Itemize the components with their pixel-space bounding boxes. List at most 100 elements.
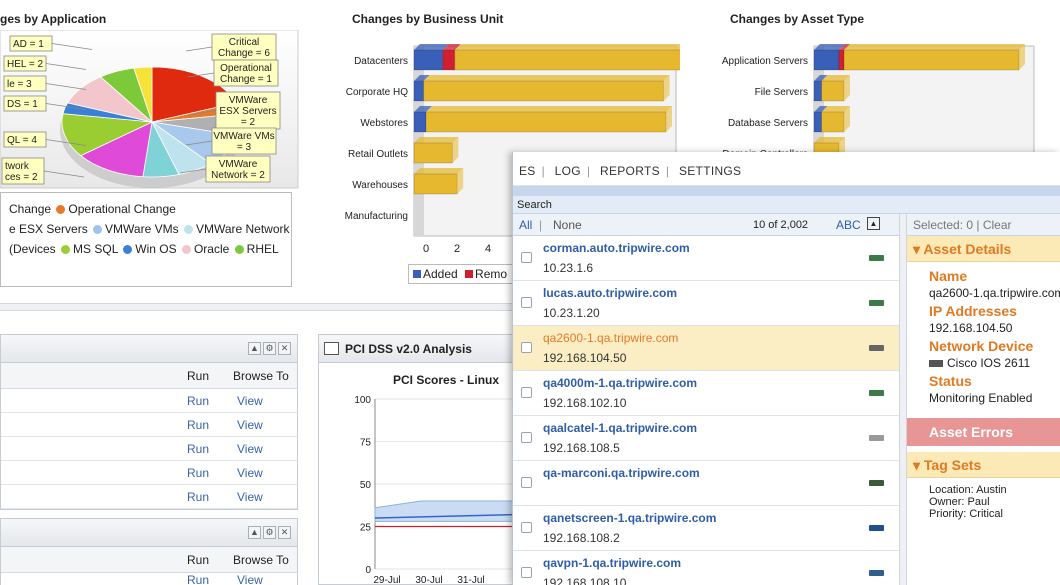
legend-label: Win OS	[135, 242, 177, 256]
view-link[interactable]: View	[237, 442, 263, 456]
asset-name[interactable]: qa4000m-1.qa.tripwire.com	[543, 376, 697, 390]
col-browse-to: Browse To	[233, 369, 289, 383]
asset-checkbox[interactable]	[521, 522, 532, 533]
asset-row[interactable]: lucas.auto.tripwire.com 10.23.1.20	[513, 281, 899, 326]
pie-callout-label: ces = 2	[5, 172, 38, 183]
legend-line: Change Operational Change	[9, 199, 291, 219]
view-link[interactable]: View	[237, 418, 263, 432]
run-link[interactable]: Run	[187, 394, 209, 408]
asset-details-section[interactable]: ▾ Asset Details	[907, 236, 1060, 262]
view-link[interactable]: View	[237, 466, 263, 480]
col-run: Run	[187, 553, 210, 567]
score-band	[374, 500, 516, 522]
legend-dot	[61, 245, 71, 254]
asset-name[interactable]: qaalcatel-1.qa.tripwire.com	[543, 421, 697, 435]
select-all-link[interactable]: All	[519, 218, 532, 232]
asset-name[interactable]: qa2600-1.qa.tripwire.com	[543, 331, 678, 345]
name-value: qa2600-1.qa.tripwire.com	[929, 286, 1060, 300]
settings-icon[interactable]: ⚙	[263, 342, 276, 355]
device-type-icon	[869, 390, 884, 396]
select-none-link[interactable]: None	[553, 218, 582, 232]
nav-item-log[interactable]: LOG	[549, 164, 587, 178]
asset-row[interactable]: corman.auto.tripwire.com 10.23.1.6	[513, 236, 899, 281]
pie-callout-label: Critical	[229, 37, 260, 48]
nav-item-assets[interactable]: ES	[513, 164, 542, 178]
asset-type-chart: Application Servers File Servers Database …	[722, 44, 1035, 155]
vertical-splitter[interactable]	[899, 214, 907, 585]
asset-name[interactable]: corman.auto.tripwire.com	[543, 241, 690, 255]
separator: |	[539, 218, 543, 232]
run-link[interactable]: Run	[187, 573, 209, 585]
asset-name[interactable]: lucas.auto.tripwire.com	[543, 286, 677, 300]
asset-name[interactable]: qa-marconi.qa.tripwire.com	[543, 466, 700, 480]
run-link[interactable]: Run	[187, 466, 209, 480]
bar-segment	[813, 80, 822, 102]
asset-checkbox[interactable]	[521, 297, 532, 308]
pie-callout-label: DS = 1	[7, 99, 38, 110]
view-link[interactable]: View	[237, 490, 263, 504]
view-link[interactable]: View	[237, 573, 263, 585]
close-icon[interactable]: ✕	[278, 526, 291, 539]
sort-abc-button[interactable]: ABC	[836, 218, 861, 232]
asset-name[interactable]: qanetscreen-1.qa.tripwire.com	[543, 511, 716, 525]
category-label: File Servers	[755, 87, 808, 98]
pie-callout-label: VMWare	[219, 159, 258, 170]
asset-checkbox[interactable]	[521, 252, 532, 263]
close-icon[interactable]: ✕	[278, 342, 291, 355]
nav-item-reports[interactable]: REPORTS	[594, 164, 666, 178]
asset-errors-section[interactable]: Asset Errors	[907, 418, 1060, 446]
legend-dot	[93, 225, 103, 234]
search-bar[interactable]: Search	[513, 196, 1060, 214]
pie-callout-label: Network = 2	[211, 170, 265, 181]
pie-callout-label: = 3	[237, 142, 252, 153]
pie-callout-label: = 2	[241, 117, 256, 128]
settings-icon[interactable]: ⚙	[263, 526, 276, 539]
run-link[interactable]: Run	[187, 442, 209, 456]
result-count: 10 of 2,002	[753, 219, 809, 231]
device-type-icon	[869, 255, 884, 261]
collapse-icon[interactable]: ▲	[248, 526, 261, 539]
asset-row[interactable]: qavpn-1.qa.tripwire.com 192.168.108.10	[513, 551, 899, 585]
collapse-icon[interactable]: ▲	[248, 342, 261, 355]
tag-list: Location: Austin Owner: Paul Priority: Cri…	[907, 478, 1060, 520]
pie-callout-label: Change = 1	[220, 74, 272, 85]
run-link[interactable]: Run	[187, 490, 209, 504]
panel-header: ▲ ⚙ ✕	[1, 519, 297, 547]
asset-row[interactable]: qanetscreen-1.qa.tripwire.com 192.168.10…	[513, 506, 899, 551]
sort-direction-icon[interactable]: ▲	[867, 217, 880, 230]
tag-sets-section[interactable]: ▾ Tag Sets	[907, 452, 1060, 478]
asset-row[interactable]: qa4000m-1.qa.tripwire.com 192.168.102.10	[513, 371, 899, 416]
horizontal-splitter[interactable]	[0, 303, 515, 311]
asset-ip: 192.168.102.10	[543, 396, 627, 410]
asset-row[interactable]: qa2600-1.qa.tripwire.com 192.168.104.50	[513, 326, 899, 371]
asset-checkbox[interactable]	[521, 567, 532, 578]
asset-ip: 192.168.104.50	[543, 351, 627, 365]
tag-sets-title: Tag Sets	[923, 457, 982, 473]
asset-details-title: Asset Details	[923, 241, 1012, 257]
view-link[interactable]: View	[237, 394, 263, 408]
bar-segment	[413, 142, 453, 164]
x-tick-label: 0	[423, 243, 429, 255]
bar-segment	[413, 49, 444, 71]
asset-checkbox[interactable]	[521, 477, 532, 488]
table-row: Run View	[1, 389, 297, 413]
category-label: Application Servers	[722, 56, 808, 67]
y-tick-label: 100	[354, 395, 371, 406]
asset-name[interactable]: qavpn-1.qa.tripwire.com	[543, 556, 681, 570]
asset-row[interactable]: qa-marconi.qa.tripwire.com	[513, 461, 899, 506]
pie-legend: Change Operational Change e ESX Servers V…	[0, 192, 292, 287]
ip-label: IP Addresses	[929, 303, 1017, 319]
table-row: Run View	[1, 437, 297, 461]
run-link[interactable]: Run	[187, 418, 209, 432]
category-label: Manufacturing	[345, 211, 408, 222]
category-label: Corporate HQ	[346, 87, 408, 98]
legend-swatch-added	[413, 270, 421, 278]
asset-checkbox[interactable]	[521, 387, 532, 398]
asset-view-window: ES | LOG | REPORTS | SETTINGS Search All | …	[512, 152, 1060, 585]
asset-ip: 10.23.1.6	[543, 261, 594, 275]
asset-row[interactable]: qaalcatel-1.qa.tripwire.com 192.168.108.…	[513, 416, 899, 461]
asset-checkbox[interactable]	[521, 342, 532, 353]
asset-checkbox[interactable]	[521, 432, 532, 443]
nav-item-settings[interactable]: SETTINGS	[673, 164, 747, 178]
x-tick-label: 29-Jul	[373, 575, 400, 585]
